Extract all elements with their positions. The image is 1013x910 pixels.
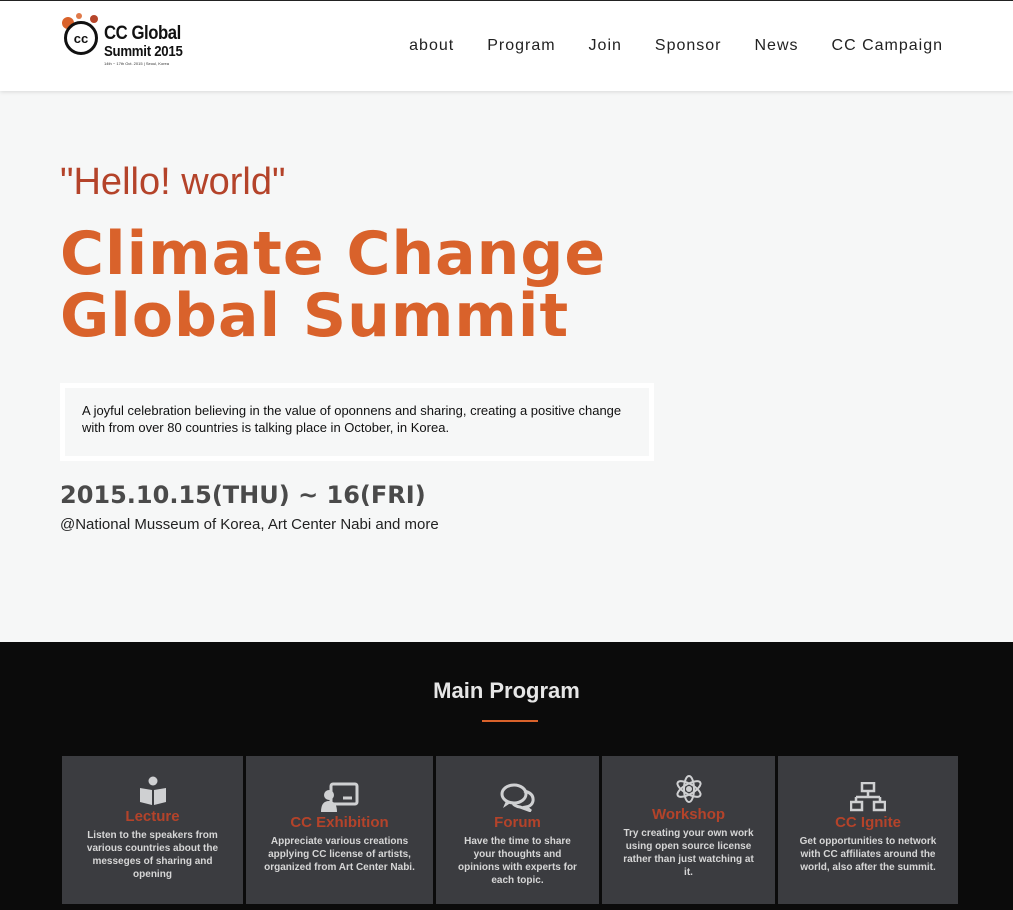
logo-text-line1: CC Global <box>104 23 181 44</box>
nav-about[interactable]: about <box>409 37 454 55</box>
section-title: Main Program <box>433 678 580 703</box>
program-card-cc-ignite[interactable]: CC Ignite Get opportunities to network w… <box>778 756 958 904</box>
event-venue: @National Musseum of Korea, Art Center N… <box>60 516 439 533</box>
nav-cc-campaign[interactable]: CC Campaign <box>832 37 943 55</box>
hero-section: "Hello! world" Climate Change Global Sum… <box>0 91 1013 642</box>
program-card-title: Forum <box>494 814 541 831</box>
hero-tagline: "Hello! world" <box>60 161 286 203</box>
chat-icon <box>500 783 535 812</box>
logo-text-line2: Summit 2015 <box>104 43 183 60</box>
atom-icon <box>675 775 702 803</box>
nav-sponsor[interactable]: Sponsor <box>655 37 722 55</box>
main-nav: about Program Join Sponsor News CC Campa… <box>409 37 943 55</box>
hero-title-line2: Global Summit <box>60 281 570 351</box>
site-logo[interactable]: cc CC Global Summit 2015 14th ~ 17th Oct… <box>62 13 190 71</box>
nav-program[interactable]: Program <box>487 37 555 55</box>
program-card-title: Workshop <box>651 806 726 823</box>
logo-dot <box>76 13 82 19</box>
book-icon <box>139 776 166 805</box>
network-icon <box>850 782 886 812</box>
main-program-section: Main Program Lecture Listen to the speak… <box>0 642 1013 910</box>
program-card-text: Try creating your own work using open so… <box>623 828 754 878</box>
program-card-text: Have the time to share your thoughts and… <box>458 836 577 886</box>
nav-join[interactable]: Join <box>589 37 622 55</box>
hero-title: Climate Change Global Summit <box>60 223 606 347</box>
program-card-forum[interactable]: Forum Have the time to share your though… <box>436 756 599 904</box>
program-card-title: CC Ignite <box>835 814 901 831</box>
logo-dot <box>90 15 98 23</box>
program-card-text: Appreciate various creations applying CC… <box>264 836 415 873</box>
logo-text-line3: 14th ~ 17th Oct. 2015 | Seoul, Korea <box>104 61 169 66</box>
program-card-text: Get opportunities to network with CC aff… <box>799 836 937 873</box>
hero-description: A joyful celebration believing in the va… <box>60 383 654 461</box>
nav-news[interactable]: News <box>755 37 799 55</box>
program-card-lecture[interactable]: Lecture Listen to the speakers from vari… <box>62 756 243 904</box>
hero-title-line1: Climate Change <box>60 219 607 289</box>
site-header: cc CC Global Summit 2015 14th ~ 17th Oct… <box>0 0 1013 91</box>
event-date: 2015.10.15(THU) ~ 16(FRI) <box>60 481 426 509</box>
program-card-workshop[interactable]: Workshop Try creating your own work usin… <box>602 756 775 904</box>
program-card-title: Lecture <box>125 808 180 825</box>
cc-logo-icon: cc <box>64 21 98 55</box>
title-underline <box>482 720 538 722</box>
program-card-cc-exhibition[interactable]: CC Exhibition Appreciate various creatio… <box>246 756 433 904</box>
program-card-title: CC Exhibition <box>290 814 389 831</box>
presenter-icon <box>320 782 358 812</box>
program-card-text: Listen to the speakers from various coun… <box>86 830 219 880</box>
